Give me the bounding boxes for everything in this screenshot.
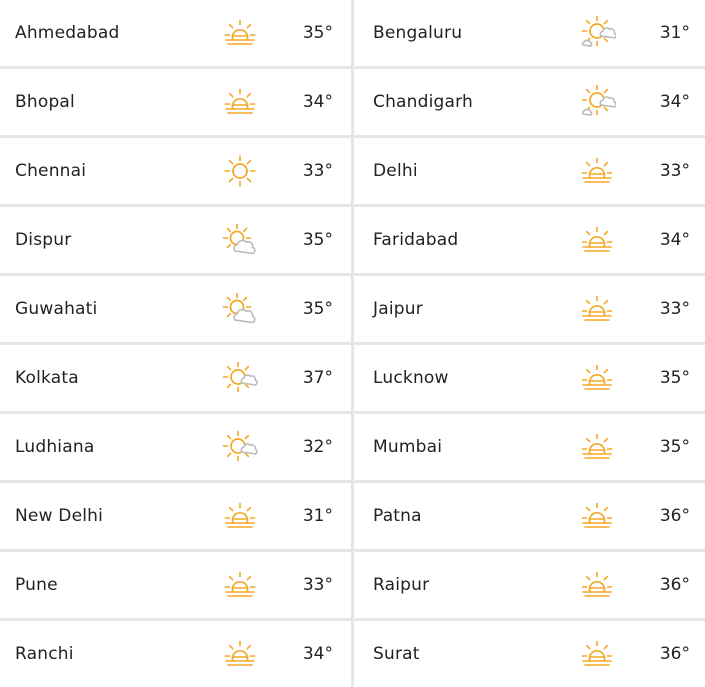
- city-weather-cell[interactable]: Patna 36°: [354, 483, 705, 549]
- weather-row: Kolkata 37° Lucknow 35°: [0, 345, 705, 414]
- haze-sun-icon: [578, 290, 616, 328]
- city-name: Mumbai: [373, 437, 443, 457]
- haze-sun-icon: [578, 359, 616, 397]
- temperature: 33°: [302, 575, 333, 595]
- city-weather-cell[interactable]: Faridabad 34°: [354, 207, 705, 273]
- haze-sun-icon: [578, 428, 616, 466]
- city-name: Ludhiana: [15, 437, 95, 457]
- haze-sun-icon: [221, 497, 259, 535]
- city-name: Bengaluru: [373, 23, 463, 43]
- sun-cloud-icon: [221, 221, 259, 259]
- haze-sun-icon: [578, 566, 616, 604]
- temperature: 32°: [302, 437, 333, 457]
- city-weather-cell[interactable]: Bhopal 34°: [0, 69, 354, 135]
- sun-small-cloud-icon: [221, 428, 259, 466]
- city-weather-cell[interactable]: Ranchi 34°: [0, 621, 354, 687]
- city-name: Dispur: [15, 230, 72, 250]
- haze-sun-icon: [578, 221, 616, 259]
- city-weather-cell[interactable]: Raipur 36°: [354, 552, 705, 618]
- temperature: 36°: [659, 644, 690, 664]
- city-name: Kolkata: [15, 368, 79, 388]
- city-name: Delhi: [373, 161, 418, 181]
- temperature: 35°: [302, 23, 333, 43]
- city-weather-cell[interactable]: Ahmedabad 35°: [0, 0, 354, 66]
- temperature: 35°: [659, 437, 690, 457]
- haze-sun-icon: [221, 83, 259, 121]
- city-name: Pune: [15, 575, 58, 595]
- city-name: Chennai: [15, 161, 87, 181]
- temperature: 35°: [302, 230, 333, 250]
- temperature: 34°: [659, 230, 690, 250]
- partly-cloudy-icon: [578, 14, 616, 52]
- city-name: Raipur: [373, 575, 430, 595]
- weather-row: New Delhi 31° Patna 36°: [0, 483, 705, 552]
- city-weather-cell[interactable]: Surat 36°: [354, 621, 705, 687]
- sun-small-cloud-icon: [221, 359, 259, 397]
- partly-cloudy-icon: [578, 83, 616, 121]
- haze-sun-icon: [221, 566, 259, 604]
- weather-row: Ahmedabad 35° Bengaluru 31°: [0, 0, 705, 69]
- city-weather-cell[interactable]: Chandigarh 34°: [354, 69, 705, 135]
- city-weather-cell[interactable]: Mumbai 35°: [354, 414, 705, 480]
- temperature: 34°: [302, 92, 333, 112]
- haze-sun-icon: [578, 497, 616, 535]
- city-name: Chandigarh: [373, 92, 474, 112]
- city-name: Ranchi: [15, 644, 74, 664]
- city-weather-cell[interactable]: Lucknow 35°: [354, 345, 705, 411]
- temperature: 34°: [659, 92, 690, 112]
- temperature: 33°: [302, 161, 333, 181]
- weather-row: Pune 33° Raipur 36°: [0, 552, 705, 621]
- temperature: 31°: [659, 23, 690, 43]
- city-name: Bhopal: [15, 92, 75, 112]
- city-name: Guwahati: [15, 299, 98, 319]
- temperature: 33°: [659, 299, 690, 319]
- temperature: 35°: [302, 299, 333, 319]
- city-weather-cell[interactable]: Delhi 33°: [354, 138, 705, 204]
- city-weather-cell[interactable]: Chennai 33°: [0, 138, 354, 204]
- weather-row: Guwahati 35° Jaipur 33°: [0, 276, 705, 345]
- city-weather-cell[interactable]: Dispur 35°: [0, 207, 354, 273]
- weather-row: Ranchi 34° Surat 36°: [0, 621, 705, 687]
- temperature: 34°: [302, 644, 333, 664]
- city-weather-cell[interactable]: Guwahati 35°: [0, 276, 354, 342]
- temperature: 36°: [659, 575, 690, 595]
- haze-sun-icon: [221, 14, 259, 52]
- temperature: 37°: [302, 368, 333, 388]
- temperature: 35°: [659, 368, 690, 388]
- city-name: Patna: [373, 506, 422, 526]
- city-weather-cell[interactable]: Bengaluru 31°: [354, 0, 705, 66]
- city-weather-cell[interactable]: Jaipur 33°: [354, 276, 705, 342]
- haze-sun-icon: [221, 635, 259, 673]
- city-name: Jaipur: [373, 299, 423, 319]
- haze-sun-icon: [578, 635, 616, 673]
- temperature: 36°: [659, 506, 690, 526]
- city-name: New Delhi: [15, 506, 104, 526]
- city-weather-cell[interactable]: Ludhiana 32°: [0, 414, 354, 480]
- temperature: 31°: [302, 506, 333, 526]
- weather-row: Bhopal 34° Chandigarh 34°: [0, 69, 705, 138]
- weather-row: Ludhiana 32° Mumbai 35°: [0, 414, 705, 483]
- temperature: 33°: [659, 161, 690, 181]
- city-weather-grid: Ahmedabad 35° Bengaluru 31° Bhopal 34° C…: [0, 0, 705, 687]
- sun-cloud-icon: [221, 290, 259, 328]
- sunny-icon: [221, 152, 259, 190]
- weather-row: Dispur 35° Faridabad 34°: [0, 207, 705, 276]
- city-name: Surat: [373, 644, 420, 664]
- city-name: Ahmedabad: [15, 23, 120, 43]
- city-weather-cell[interactable]: Pune 33°: [0, 552, 354, 618]
- city-name: Faridabad: [373, 230, 459, 250]
- weather-row: Chennai 33° Delhi 33°: [0, 138, 705, 207]
- city-weather-cell[interactable]: Kolkata 37°: [0, 345, 354, 411]
- city-weather-cell[interactable]: New Delhi 31°: [0, 483, 354, 549]
- city-name: Lucknow: [373, 368, 449, 388]
- haze-sun-icon: [578, 152, 616, 190]
